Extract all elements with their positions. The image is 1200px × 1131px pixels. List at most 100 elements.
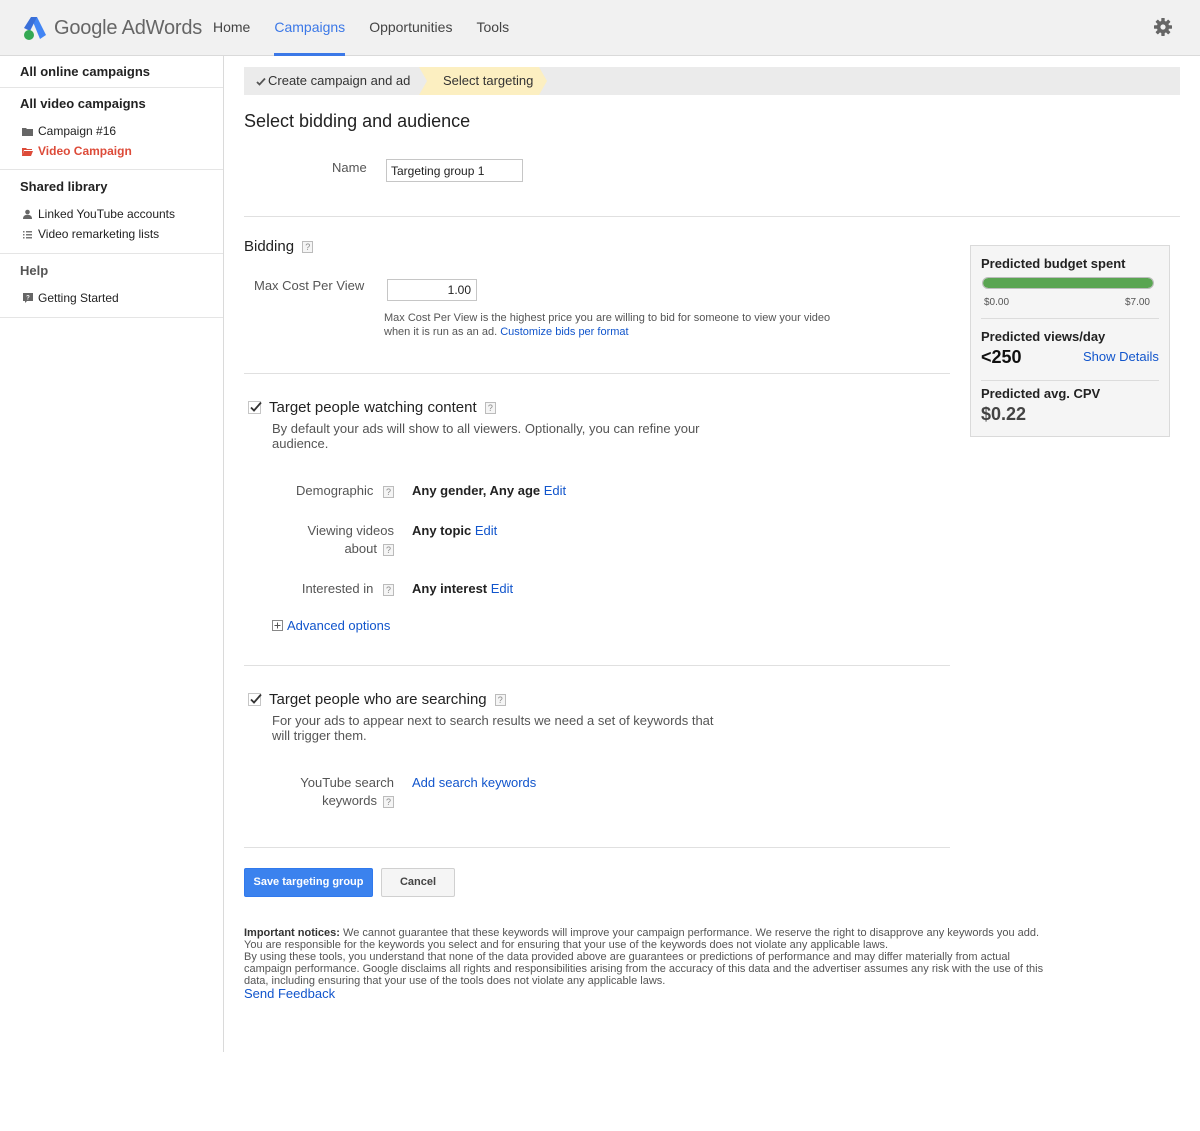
top-bar: Google AdWords Home Campaigns Opportunit…	[0, 0, 1200, 56]
sidebar-item-linked-youtube[interactable]: Linked YouTube accounts	[0, 204, 223, 224]
logo-text: Google AdWords	[54, 17, 202, 40]
name-input[interactable]	[386, 159, 523, 182]
nav-home[interactable]: Home	[201, 0, 262, 56]
content-targeting-checkbox[interactable]	[248, 401, 262, 414]
customize-bids-link[interactable]: Customize bids per format	[500, 326, 628, 338]
max-cpv-input[interactable]	[387, 279, 477, 301]
budget-max-label: $7.00	[1124, 297, 1150, 308]
save-targeting-group-button[interactable]: Save targeting group	[244, 868, 373, 897]
predicted-cpv-value: $0.22	[981, 404, 1027, 424]
row-label-text: Viewing videos about	[307, 523, 394, 556]
interested-in-label: Interested in ?	[284, 580, 394, 598]
breadcrumb-step-label: Create campaign and ad	[268, 73, 411, 88]
search-targeting-title: Target people who are searching ?	[269, 691, 506, 708]
help-icon[interactable]: ?	[494, 694, 506, 707]
predicted-panel: Predicted budget spent $0.00 $7.00 Predi…	[970, 245, 1170, 437]
page-title: Select bidding and audience	[244, 111, 471, 131]
add-search-keywords-link[interactable]: Add search keywords	[412, 775, 536, 790]
divider	[981, 318, 1159, 319]
sidebar-item-video-campaign[interactable]: Video Campaign	[0, 141, 223, 161]
divider	[244, 847, 950, 848]
help-icon[interactable]: ?	[383, 795, 394, 808]
divider	[244, 216, 1180, 217]
youtube-search-keywords-label: YouTube search keywords?	[284, 774, 394, 810]
send-feedback-link[interactable]: Send Feedback	[244, 986, 335, 1001]
sidebar-all-online-campaigns[interactable]: All online campaigns	[0, 64, 223, 80]
sidebar-section-video: All video campaigns Campaign #16 Video C…	[0, 88, 223, 170]
viewing-videos-label: Viewing videos about?	[284, 522, 394, 558]
show-details-link[interactable]: Show Details	[1083, 349, 1159, 364]
row-value-text: Any topic	[412, 523, 472, 538]
divider	[244, 373, 950, 374]
interested-in-value: Any interest Edit	[412, 580, 513, 598]
budget-min-label: $0.00	[984, 297, 1010, 308]
help-icon[interactable]: ?	[484, 402, 496, 415]
content-targeting-title-text: Target people watching content	[269, 399, 477, 416]
help-icon[interactable]: ?	[383, 583, 394, 596]
sidebar-item-label: Campaign #16	[38, 124, 117, 138]
breadcrumb: Create campaign and ad Select targeting	[244, 67, 1180, 95]
divider	[244, 665, 950, 666]
demographic-value: Any gender, Any age Edit	[412, 482, 566, 500]
search-targeting-checkbox[interactable]	[248, 693, 262, 706]
nav-campaigns[interactable]: Campaigns	[262, 0, 357, 56]
sidebar-item-getting-started[interactable]: ? Getting Started	[0, 288, 223, 308]
list-icon	[22, 229, 33, 240]
sidebar-section-help: Help ? Getting Started	[0, 254, 223, 318]
sidebar-section-online: All online campaigns	[0, 56, 223, 88]
logo-product: AdWords	[121, 16, 203, 39]
row-label-text: Demographic	[296, 483, 374, 498]
sidebar-item-label: Linked YouTube accounts	[38, 207, 175, 221]
sidebar-shared-library[interactable]: Shared library	[0, 179, 223, 195]
viewing-videos-value: Any topic Edit	[412, 522, 497, 540]
content-targeting-title: Target people watching content ?	[269, 399, 496, 416]
sidebar-item-remarketing-lists[interactable]: Video remarketing lists	[0, 224, 223, 244]
row-value-text: Any interest	[412, 581, 488, 596]
advanced-options-link[interactable]: Advanced options	[287, 618, 390, 633]
svg-text:?: ?	[26, 296, 30, 302]
sidebar-section-shared: Shared library Linked YouTube accounts V…	[0, 170, 223, 254]
notice-text-2: By using these tools, you understand tha…	[244, 951, 1044, 987]
sidebar: All online campaigns All video campaigns…	[0, 56, 224, 1052]
nav-opportunities[interactable]: Opportunities	[357, 0, 464, 56]
notice-lead: Important notices:	[244, 927, 340, 939]
nav-tools[interactable]: Tools	[464, 0, 521, 56]
help-icon[interactable]: ?	[383, 543, 394, 556]
check-icon	[250, 401, 262, 412]
important-notices: Important notices: We cannot guarantee t…	[244, 927, 1044, 987]
bidding-section-title: Bidding ?	[244, 238, 314, 255]
sidebar-all-video-campaigns[interactable]: All video campaigns	[0, 96, 223, 112]
logo-google: Google	[54, 16, 118, 39]
edit-topic-link[interactable]: Edit	[475, 523, 497, 538]
expand-plus-icon	[272, 620, 283, 631]
advanced-options-toggle[interactable]: Advanced options	[272, 618, 390, 633]
sidebar-item-label: Video Campaign	[38, 144, 132, 158]
help-bubble-icon: ?	[22, 293, 33, 304]
edit-interest-link[interactable]: Edit	[491, 581, 513, 596]
name-label: Name	[332, 160, 367, 175]
sidebar-help[interactable]: Help	[0, 263, 223, 279]
sidebar-item-campaign-16[interactable]: Campaign #16	[0, 121, 223, 141]
help-icon[interactable]: ?	[302, 241, 314, 254]
bidding-title-text: Bidding	[244, 238, 295, 255]
budget-progress-bar	[982, 277, 1154, 289]
gear-icon[interactable]	[1153, 17, 1173, 37]
demographic-label: Demographic ?	[284, 482, 394, 500]
person-icon	[22, 209, 33, 220]
breadcrumb-step-targeting[interactable]: Select targeting	[419, 67, 549, 95]
edit-demographic-link[interactable]: Edit	[544, 483, 566, 498]
search-targeting-desc: For your ads to appear next to search re…	[272, 713, 714, 743]
max-cpv-note: Max Cost Per View is the highest price y…	[384, 311, 844, 339]
max-cpv-label: Max Cost Per View	[254, 278, 365, 293]
adwords-logo-icon	[24, 17, 46, 40]
breadcrumb-step-create[interactable]: Create campaign and ad	[244, 67, 410, 95]
adwords-logo[interactable]: Google AdWords	[22, 14, 202, 42]
predicted-views-value: <250	[981, 347, 1022, 367]
help-icon[interactable]: ?	[383, 485, 394, 498]
check-icon	[250, 693, 262, 704]
folder-open-icon	[22, 146, 33, 157]
folder-icon	[22, 126, 33, 137]
check-icon	[256, 77, 266, 86]
cancel-button[interactable]: Cancel	[381, 868, 455, 897]
predicted-cpv-title: Predicted avg. CPV	[981, 386, 1101, 401]
